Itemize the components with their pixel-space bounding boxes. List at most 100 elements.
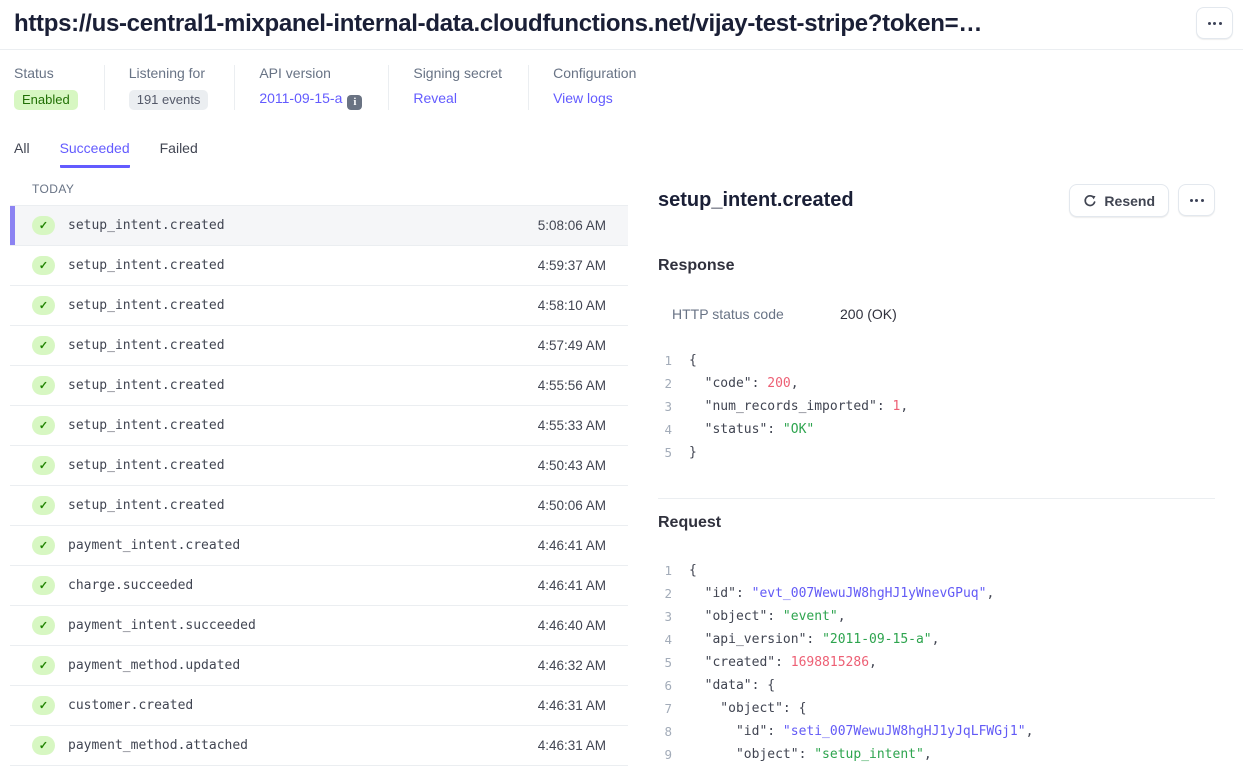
tab-succeeded[interactable]: Succeeded (60, 140, 130, 168)
event-row[interactable]: ✓ payment_intent.succeeded 4:46:40 AM (10, 606, 628, 646)
response-code-block: 1{2 "code": 200,3 "num_records_imported"… (658, 349, 1215, 464)
code-token: "api_version": (689, 628, 822, 651)
ellipsis-icon (1190, 199, 1193, 202)
event-name: customer.created (68, 698, 193, 713)
event-row[interactable]: ✓setup_intent.created4:55:56 AM (10, 366, 628, 406)
event-row[interactable]: ✓ setup_intent.created 4:57:49 AM (10, 326, 628, 366)
event-time: 4:55:33 AM (538, 418, 606, 433)
code-token: "created": (689, 651, 791, 674)
success-check-icon: ✓ (32, 336, 55, 355)
event-row[interactable]: ✓customer.created4:46:31 AM (10, 686, 628, 726)
event-name: payment_intent.succeeded (68, 618, 256, 633)
event-row[interactable]: ✓payment_method.attached4:46:31 AM (10, 726, 628, 766)
event-name: setup_intent.created (68, 498, 225, 513)
event-row[interactable]: ✓ charge.succeeded 4:46:41 AM (10, 566, 628, 606)
code-line: 3 "object": "event", (658, 605, 1215, 628)
event-time: 4:46:41 AM (538, 578, 606, 593)
code-line: 8 "id": "seti_007WewuJW8hgHJ1yJqLFWGj1", (658, 720, 1215, 743)
line-number: 2 (658, 582, 672, 605)
line-number: 4 (658, 418, 672, 441)
response-section-heading: Response (658, 257, 1215, 275)
event-name: setup_intent.created (68, 298, 225, 313)
request-section-heading: Request (658, 514, 1215, 532)
code-token: , (924, 743, 932, 766)
code-token: "2011-09-15-a" (822, 628, 932, 651)
code-token: "object": (689, 605, 783, 628)
request-code-block: 1{2 "id": "evt_007WewuJW8hgHJ1yWnevGPuq"… (658, 559, 1215, 766)
code-line: 6 "data": { (658, 674, 1215, 697)
ellipsis-icon (1213, 22, 1216, 25)
event-name: setup_intent.created (68, 338, 225, 353)
event-row[interactable]: ✓setup_intent.created4:50:43 AM (10, 446, 628, 486)
event-row[interactable]: ✓setup_intent.created5:08:06 AM (10, 206, 628, 246)
code-line: 4 "api_version": "2011-09-15-a", (658, 628, 1215, 651)
success-check-icon: ✓ (32, 216, 55, 235)
api-version-value[interactable]: 2011-09-15-a (259, 90, 342, 106)
code-line: 2 "code": 200, (658, 372, 1215, 395)
webhook-endpoint-url: https://us-central1-mixpanel-internal-da… (14, 7, 982, 38)
code-token: "setup_intent" (814, 743, 924, 766)
code-line: 5} (658, 441, 1215, 464)
line-number: 2 (658, 372, 672, 395)
line-number: 5 (658, 651, 672, 674)
line-number: 3 (658, 605, 672, 628)
event-detail-title: setup_intent.created (658, 189, 854, 212)
events-count-badge: 191 events (129, 90, 209, 110)
event-row[interactable]: ✓setup_intent.created4:50:06 AM (10, 486, 628, 526)
event-name: setup_intent.created (68, 218, 225, 233)
code-line: 1{ (658, 349, 1215, 372)
code-line: 7 "object": { (658, 697, 1215, 720)
info-icon: i (347, 95, 362, 110)
code-token: "seti_007WewuJW8hgHJ1yJqLFWGj1" (783, 720, 1026, 743)
header-more-options-button[interactable] (1196, 7, 1233, 39)
event-name: charge.succeeded (68, 578, 193, 593)
detail-actions: Resend (1069, 184, 1215, 217)
event-time: 4:46:40 AM (538, 618, 606, 633)
code-line: 4 "status": "OK" (658, 418, 1215, 441)
configuration-section: Configuration View logs (528, 65, 662, 110)
code-token: "code": (689, 372, 767, 395)
success-check-icon: ✓ (32, 576, 55, 595)
success-check-icon: ✓ (32, 296, 55, 315)
event-time: 4:46:32 AM (538, 658, 606, 673)
http-status-row: HTTP status code 200 (OK) (658, 306, 1215, 322)
event-list-panel: TODAY ✓setup_intent.created5:08:06 AM✓se… (0, 173, 628, 766)
event-row[interactable]: ✓payment_method.updated4:46:32 AM (10, 646, 628, 686)
code-token: "num_records_imported": (689, 395, 893, 418)
event-row[interactable]: ✓setup_intent.created4:55:33 AM (10, 406, 628, 446)
success-check-icon: ✓ (32, 616, 55, 635)
line-number: 5 (658, 441, 672, 464)
code-line: 9 "object": "setup_intent", (658, 743, 1215, 766)
code-line: 3 "num_records_imported": 1, (658, 395, 1215, 418)
main-content: TODAY ✓setup_intent.created5:08:06 AM✓se… (0, 173, 1243, 766)
event-row[interactable]: ✓payment_intent.created4:46:41 AM (10, 526, 628, 566)
line-number: 6 (658, 674, 672, 697)
line-number: 3 (658, 395, 672, 418)
date-group-header: TODAY (10, 173, 628, 206)
event-list: ✓setup_intent.created5:08:06 AM✓setup_in… (0, 206, 628, 766)
resend-button[interactable]: Resend (1069, 184, 1169, 217)
success-check-icon: ✓ (32, 736, 55, 755)
tab-failed[interactable]: Failed (160, 140, 198, 168)
event-time: 4:57:49 AM (538, 338, 606, 353)
code-token: { (689, 559, 697, 582)
reveal-secret-link[interactable]: Reveal (413, 90, 457, 106)
code-line: 5 "created": 1698815286, (658, 651, 1215, 674)
ellipsis-icon (1195, 199, 1198, 202)
code-token: "OK" (783, 418, 814, 441)
view-logs-link[interactable]: View logs (553, 90, 613, 106)
code-token: 1698815286 (791, 651, 869, 674)
code-token: "status": (689, 418, 783, 441)
line-number: 1 (658, 559, 672, 582)
event-row[interactable]: ✓setup_intent.created4:58:10 AM (10, 286, 628, 326)
tab-all[interactable]: All (14, 140, 30, 168)
event-name: setup_intent.created (68, 378, 225, 393)
refresh-arrow-icon (1083, 194, 1097, 208)
event-time: 4:50:06 AM (538, 498, 606, 513)
code-token: { (689, 349, 697, 372)
detail-more-options-button[interactable] (1178, 184, 1215, 216)
event-row[interactable]: ✓setup_intent.created4:59:37 AM (10, 246, 628, 286)
configuration-label: Configuration (553, 65, 636, 81)
event-filter-tabs: All Succeeded Failed (0, 110, 1243, 168)
api-version-label: API version (259, 65, 362, 81)
